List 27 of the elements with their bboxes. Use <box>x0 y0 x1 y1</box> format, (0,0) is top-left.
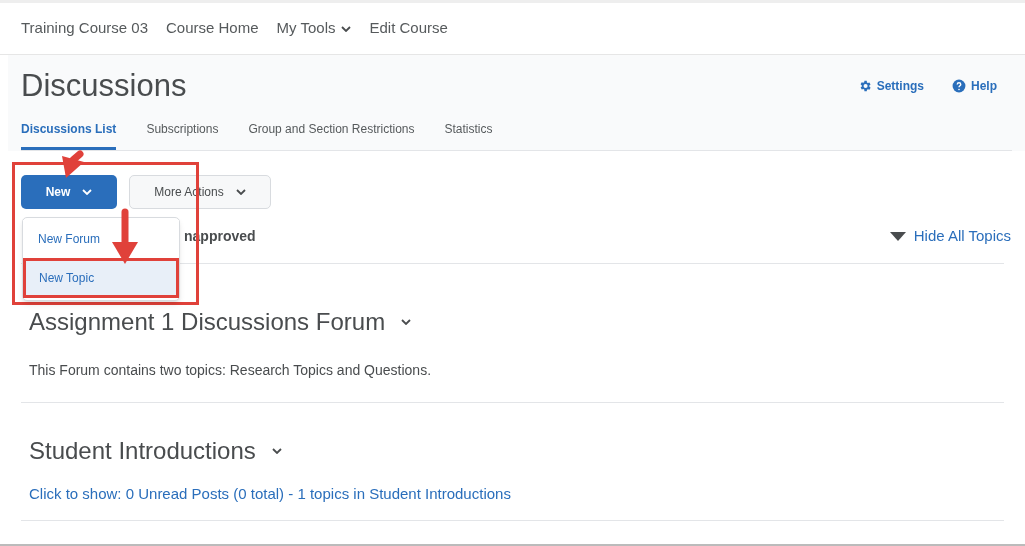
hide-all-topics-link[interactable]: Hide All Topics <box>889 224 1011 248</box>
menu-item[interactable]: New Topic <box>23 258 179 298</box>
nav-link[interactable]: Training Course 03 <box>21 17 148 40</box>
new-button[interactable]: New <box>21 175 117 209</box>
settings-link[interactable]: Settings <box>857 77 924 95</box>
help-icon <box>952 79 966 93</box>
nav-link[interactable]: Course Home <box>166 17 259 40</box>
chevron-down-icon <box>271 448 282 454</box>
annotation-arrow <box>62 150 84 178</box>
tab[interactable]: Statistics <box>444 120 493 150</box>
menu-item[interactable]: New Forum <box>23 220 179 258</box>
page-title: Discussions <box>21 66 187 105</box>
nav-link[interactable]: My Tools <box>276 17 352 40</box>
help-link[interactable]: Help <box>952 77 997 95</box>
unread-posts-link[interactable]: Click to show: 0 Unread Posts (0 total) - 1 topics in Student Introductions <box>29 483 1004 506</box>
nav-link[interactable]: Edit Course <box>369 17 448 40</box>
triangle-down-icon <box>889 231 906 241</box>
chevron-down-icon <box>401 319 412 325</box>
forum-description: This Forum contains two topics: Research Topics and Questions. <box>29 361 433 380</box>
tab[interactable]: Subscriptions <box>146 120 219 150</box>
chevron-down-icon <box>82 189 93 195</box>
chevron-down-icon <box>235 189 246 195</box>
forum-title: Assignment 1 Discussions Forum <box>29 307 386 337</box>
forum-title: Student Introductions <box>29 436 256 466</box>
tab[interactable]: Discussions List <box>21 120 117 150</box>
annotation-arrow <box>112 208 138 264</box>
tab[interactable]: Group and Section Restrictions <box>248 120 415 150</box>
